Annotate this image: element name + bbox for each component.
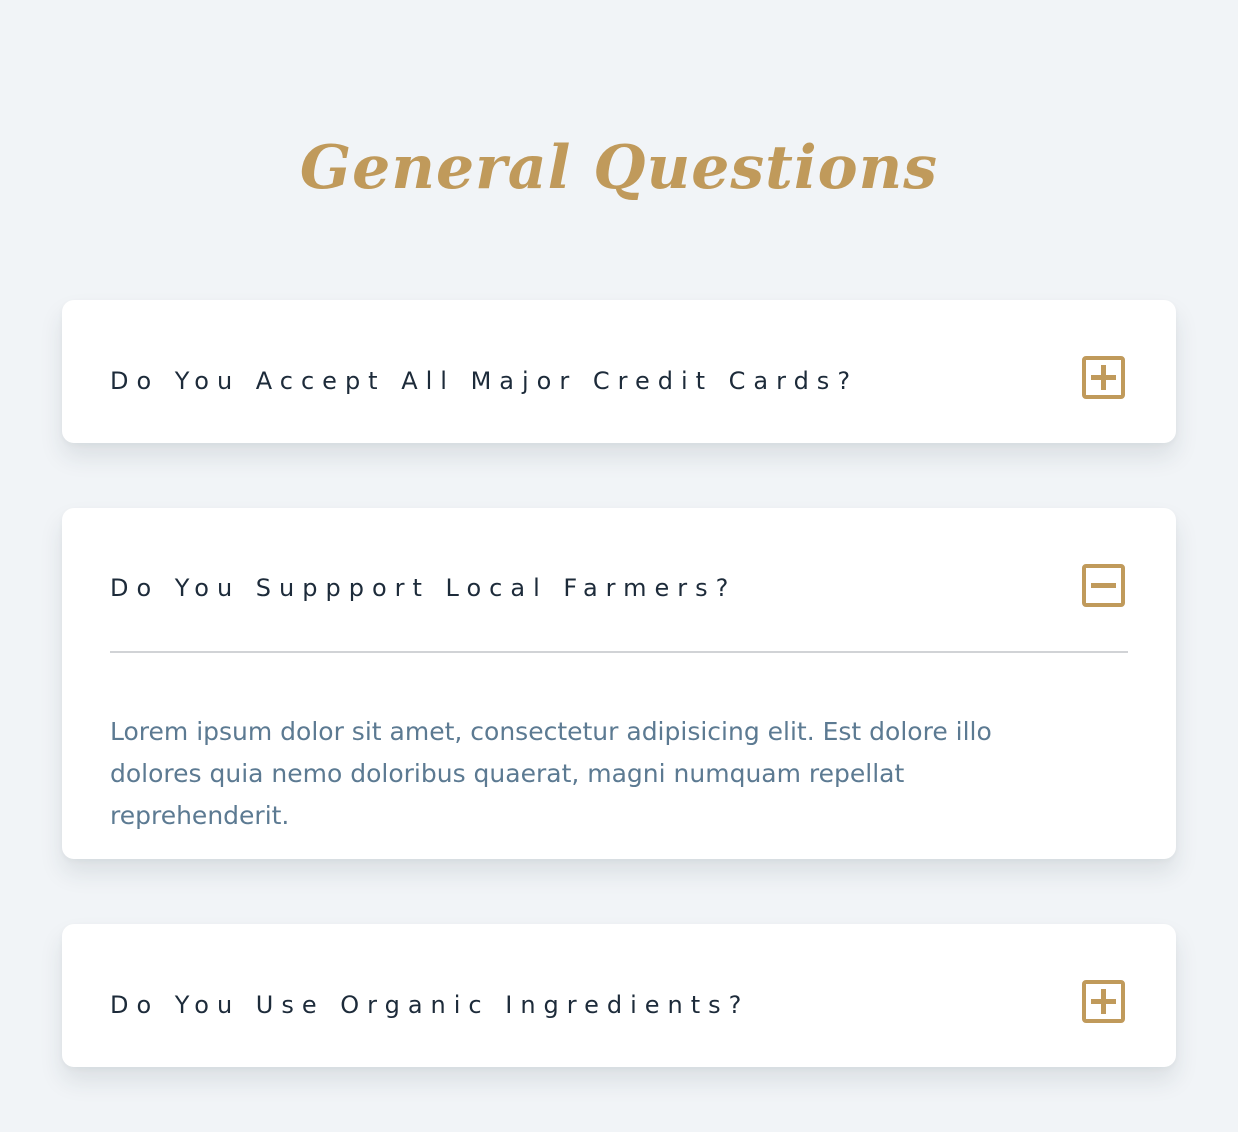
- faq-divider: [110, 651, 1128, 653]
- faq-item: Do You Suppport Local Farmers? Lorem ips…: [62, 508, 1176, 859]
- faq-question-header[interactable]: Do You Use Organic Ingredients?: [62, 924, 1176, 1067]
- faq-item: Do You Accept All Major Credit Cards?: [62, 300, 1176, 443]
- faq-answer-text: Lorem ipsum dolor sit amet, consectetur …: [110, 717, 992, 830]
- faq-item: Do You Use Organic Ingredients?: [62, 924, 1176, 1067]
- faq-question-text: Do You Suppport Local Farmers?: [110, 574, 737, 602]
- minus-square-icon[interactable]: [1082, 564, 1125, 607]
- page-title: General Questions: [299, 133, 939, 204]
- plus-square-icon[interactable]: [1082, 980, 1125, 1023]
- faq-question-header[interactable]: Do You Accept All Major Credit Cards?: [62, 300, 1176, 443]
- faq-question-text: Do You Use Organic Ingredients?: [110, 991, 750, 1019]
- plus-square-icon[interactable]: [1082, 356, 1125, 399]
- faq-question-header[interactable]: Do You Suppport Local Farmers?: [62, 508, 1176, 651]
- faq-question-text: Do You Accept All Major Credit Cards?: [110, 367, 859, 395]
